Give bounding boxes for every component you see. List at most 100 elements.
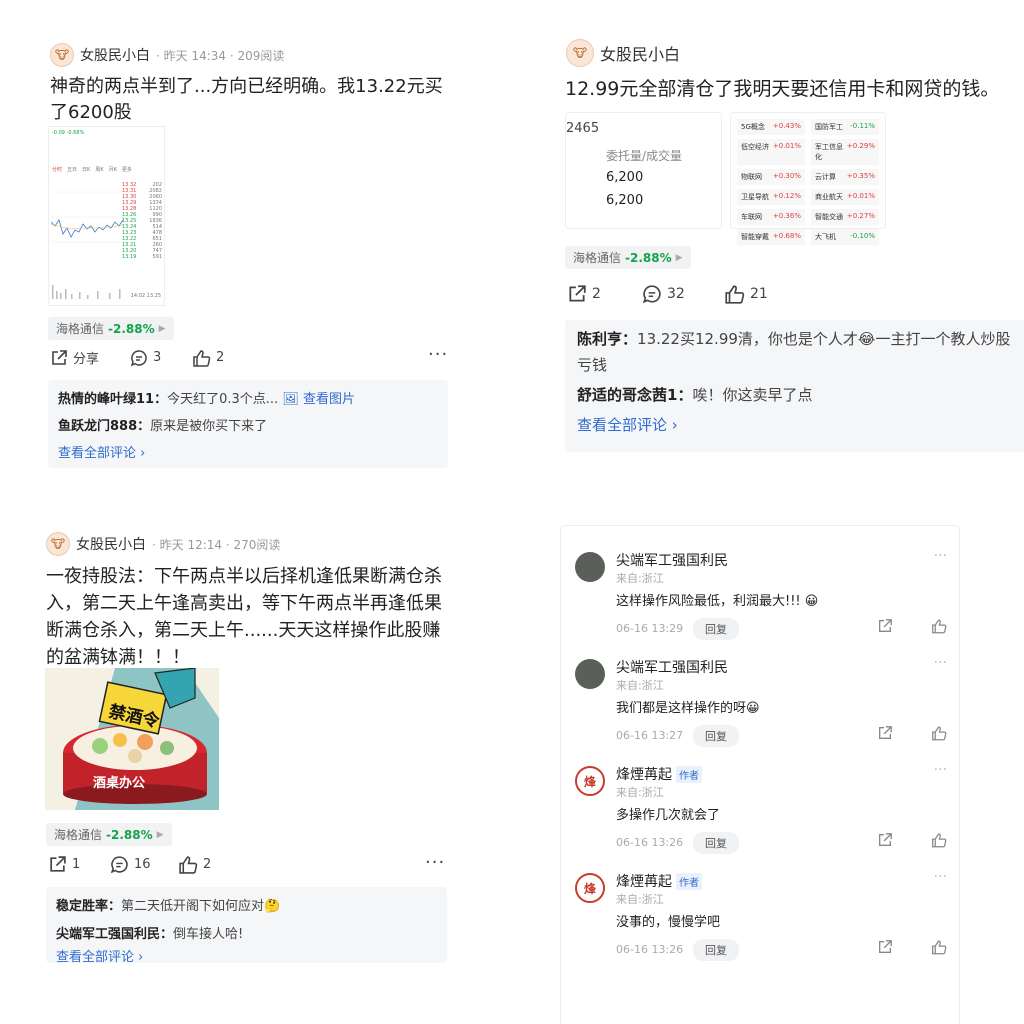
comment-item[interactable]: 舒适的哥念茜1：唉！你这卖早了点 [577, 382, 1023, 408]
comment-count: 16 [134, 857, 151, 872]
comment-button[interactable]: 32 [642, 284, 724, 304]
more-options-icon[interactable]: ··· [934, 762, 947, 778]
thumbs-up-icon[interactable] [931, 618, 947, 638]
commenter-name[interactable]: 烽煙苒起 作者 [616, 871, 702, 891]
comment-user[interactable]: 稳定胜率 [56, 899, 108, 914]
tab-more[interactable]: 更多 [122, 167, 132, 173]
view-all-comments-link[interactable]: 查看全部评论 › [56, 949, 437, 967]
comment-item[interactable]: 尖端军工强国利民：倒车接人哈! [56, 921, 437, 949]
avatar[interactable]: 🐮 [50, 43, 74, 67]
price-change: -0.09 -0.68% [52, 130, 85, 136]
comment-button[interactable]: 3 [130, 349, 192, 367]
author-name[interactable]: 女股民小白 [600, 41, 680, 65]
share-button[interactable]: 1 [48, 855, 110, 874]
reply-button[interactable]: 回复 [693, 832, 739, 854]
comment-item[interactable]: 鱼跃龙门888：原来是被你买下来了 [58, 413, 438, 440]
like-button[interactable]: 21 [724, 284, 768, 304]
share-button[interactable]: 2 [567, 284, 642, 304]
comment-preview-box[interactable]: 稳定胜率：第二天低开阁下如何应对🤔 尖端军工强国利民：倒车接人哈! 查看全部评论… [46, 887, 447, 965]
reply-button[interactable]: 回复 [693, 939, 739, 961]
comment-preview-box[interactable]: 热情的峰叶绿11：今天红了0.3个点... 🖼 查看图片 鱼跃龙门888：原来是… [48, 380, 448, 468]
share-icon[interactable] [877, 725, 893, 745]
avatar[interactable]: 🐮 [566, 39, 594, 67]
comment-user[interactable]: 鱼跃龙门888 [58, 419, 137, 434]
post-actions: 分享 3 2 [50, 348, 224, 367]
sector-grid: 5G概念 +0.43% 国防军工 -0.11% 低空经济 +0.01% 军工信息化 +0.29… [731, 113, 885, 251]
author-name[interactable]: 女股民小白 [80, 45, 150, 65]
view-image-link[interactable]: 🖼 查看图片 [282, 392, 355, 407]
more-options-icon[interactable]: ··· [425, 852, 445, 873]
order-code: 2465 [566, 121, 600, 136]
commenter-name[interactable]: 烽煙苒起 作者 [616, 764, 702, 784]
commenter-name[interactable]: 尖端军工强国利民 [616, 657, 728, 677]
sector-item: 卫星导航 +0.12% [737, 189, 805, 205]
like-count: 21 [750, 286, 768, 302]
post-author-row[interactable]: 🐮 女股民小白 [566, 39, 680, 67]
post-author-row[interactable]: 🐮 女股民小白 · 昨天 12:14 · 270阅读 [46, 532, 280, 556]
commenter-name-text[interactable]: 尖端军工强国利民 [616, 550, 728, 570]
sector-name: 军工信息化 [815, 143, 843, 161]
post-text[interactable]: 12.99元全部清仓了我明天要还信用卡和网贷的钱。 [565, 76, 1024, 102]
post-image-sector-list[interactable]: 5G概念 +0.43% 国防军工 -0.11% 低空经济 +0.01% 军工信息化 +0.29… [730, 112, 886, 245]
comment-item[interactable]: 陈利亨：13.22买12.99清，你也是个人才😂一主打一个教人炒股亏钱 [577, 326, 1023, 378]
view-all-comments-link[interactable]: 查看全部评论 › [58, 440, 438, 467]
comment-user[interactable]: 舒适的哥念茜1 [577, 386, 677, 404]
avatar[interactable]: 烽 [575, 766, 605, 796]
sector-name: 5G概念 [741, 123, 765, 131]
post-image-stock-screenshot[interactable]: -0.09 -0.68% 分时 五日 日K 周K 月K 更多 13.32 202 … [48, 126, 165, 306]
author-name[interactable]: 女股民小白 [76, 534, 146, 554]
sector-change: +0.01% [772, 142, 801, 150]
commenter-name[interactable]: 尖端军工强国利民 [616, 550, 728, 570]
like-button[interactable]: 2 [192, 349, 224, 367]
post-text[interactable]: 神奇的两点半到了...方向已经明确。我13.22元买了6200股 [50, 74, 450, 126]
tab-monthk[interactable]: 月K [109, 167, 117, 173]
tab-fenshi[interactable]: 分时 [52, 167, 62, 173]
commenter-name-text[interactable]: 烽煙苒起 [616, 871, 672, 891]
view-all-comments-link[interactable]: 查看全部评论 › [577, 412, 1023, 438]
share-icon[interactable] [877, 832, 893, 852]
share-icon[interactable] [877, 939, 893, 959]
share-button[interactable]: 分享 [50, 348, 130, 367]
comment-item[interactable]: 热情的峰叶绿11：今天红了0.3个点... 🖼 查看图片 [58, 386, 438, 413]
stock-tag[interactable]: 海格通信 -2.88% ▶ [46, 823, 172, 846]
more-options-icon[interactable]: ··· [934, 548, 947, 564]
tab-weekk[interactable]: 周K [95, 167, 103, 173]
chevron-right-icon: ▶ [675, 252, 683, 263]
post-author-row[interactable]: 🐮 女股民小白 · 昨天 14:34 · 209阅读 [50, 43, 284, 67]
more-options-icon[interactable]: ··· [428, 344, 448, 365]
comment-user[interactable]: 尖端军工强国利民 [56, 927, 160, 942]
comment-user[interactable]: 陈利亨 [577, 330, 622, 348]
reply-button[interactable]: 回复 [693, 725, 739, 747]
share-icon [52, 349, 67, 365]
post-text[interactable]: 一夜持股法：下午两点半以后择机逢低果断满仓杀入，第二天上午逢高卖出，等下午两点半… [46, 563, 446, 671]
tab-5day[interactable]: 五日 [67, 167, 77, 173]
comment-preview-box[interactable]: 陈利亨：13.22买12.99清，你也是个人才😂一主打一个教人炒股亏钱 舒适的哥… [565, 320, 1024, 452]
more-options-icon[interactable]: ··· [934, 655, 947, 671]
like-count: 2 [203, 857, 212, 872]
share-icon[interactable] [877, 618, 893, 638]
comment-item[interactable]: 稳定胜率：第二天低开阁下如何应对🤔 [56, 893, 437, 921]
comment-user[interactable]: 热情的峰叶绿11 [58, 392, 154, 407]
commenter-name-text[interactable]: 尖端军工强国利民 [616, 657, 728, 677]
stock-tag-name: 海格通信 [54, 828, 103, 842]
comment-button[interactable]: 16 [110, 855, 178, 874]
reply-button[interactable]: 回复 [693, 618, 739, 640]
sector-name: 商业航天 [815, 193, 843, 201]
commenter-location: 来自:浙江 [616, 679, 664, 692]
thumbs-up-icon[interactable] [931, 832, 947, 852]
post-image-order-record[interactable]: 2465 委托量/成交量 6,200 6,200 [565, 112, 722, 229]
stock-tag[interactable]: 海格通信 -2.88% ▶ [565, 246, 691, 269]
avatar[interactable] [575, 659, 605, 689]
avatar[interactable]: 烽 [575, 873, 605, 903]
avatar[interactable] [575, 552, 605, 582]
stock-tag[interactable]: 海格通信 -2.88% ▶ [48, 317, 174, 340]
thumbs-up-icon[interactable] [931, 725, 947, 745]
thumbs-up-icon[interactable] [931, 939, 947, 959]
commenter-name-text[interactable]: 烽煙苒起 [616, 764, 672, 784]
post-image-cartoon[interactable]: 禁酒令 酒桌办公 [45, 668, 219, 810]
tab-dayk[interactable]: 日K [82, 167, 90, 173]
sector-change: +0.68% [772, 232, 801, 240]
avatar[interactable]: 🐮 [46, 532, 70, 556]
more-options-icon[interactable]: ··· [934, 869, 947, 885]
like-button[interactable]: 2 [178, 855, 211, 874]
